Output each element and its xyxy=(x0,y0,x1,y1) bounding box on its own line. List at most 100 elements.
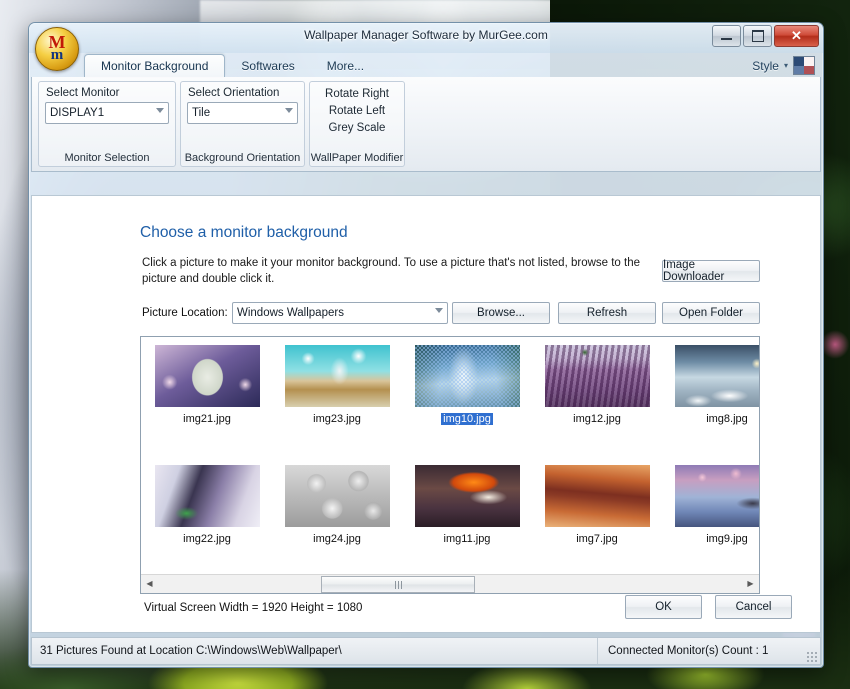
thumbnail-item[interactable]: img10.jpg xyxy=(407,345,527,427)
tab-more[interactable]: More... xyxy=(311,55,380,77)
thumbnail-image[interactable] xyxy=(285,465,390,527)
maximize-button[interactable] xyxy=(743,25,772,47)
thumbnail-caption: img10.jpg xyxy=(441,413,493,425)
ribbon-group-background-orientation: Select Orientation Tile Background Orien… xyxy=(180,81,305,167)
status-pictures-found: 31 Pictures Found at Location C:\Windows… xyxy=(32,638,598,664)
thumbnail-caption: img7.jpg xyxy=(574,533,620,545)
window-controls: ✕ xyxy=(712,25,819,47)
close-button[interactable]: ✕ xyxy=(774,25,819,47)
thumbnail-item[interactable]: img11.jpg xyxy=(407,465,527,547)
style-swatch-icon xyxy=(793,56,815,75)
swatch-cell-3 xyxy=(804,66,814,75)
thumbnail-image[interactable] xyxy=(675,465,761,527)
open-folder-button[interactable]: Open Folder xyxy=(662,302,760,324)
image-downloader-button[interactable]: Image Downloader xyxy=(662,260,760,282)
tab-softwares[interactable]: Softwares xyxy=(225,55,310,77)
window-title: Wallpaper Manager Software by MurGee.com xyxy=(29,28,823,42)
maximize-icon xyxy=(752,30,764,42)
tab-strip: Monitor Background Softwares More... Sty… xyxy=(29,53,823,77)
rotate-right-button[interactable]: Rotate Right xyxy=(316,86,398,102)
cancel-button[interactable]: Cancel xyxy=(715,595,792,619)
thumbnail-grid: img21.jpg img23.jpg img10.jpg img12.jpg img8… xyxy=(141,337,759,553)
scrollbar-thumb[interactable] xyxy=(321,576,475,593)
thumbnail-item[interactable]: img22.jpg xyxy=(147,465,267,547)
chevron-down-icon xyxy=(156,108,164,113)
grey-scale-button[interactable]: Grey Scale xyxy=(316,120,398,136)
main-content-panel: Choose a monitor background Click a pict… xyxy=(31,195,821,633)
thumbnail-image[interactable] xyxy=(285,345,390,407)
picture-location-label: Picture Location: xyxy=(142,307,228,319)
picture-location-combo[interactable]: Windows Wallpapers xyxy=(232,302,448,324)
swatch-cell-0 xyxy=(794,57,804,66)
resize-grip-icon[interactable] xyxy=(807,652,817,662)
browse-button[interactable]: Browse... xyxy=(452,302,550,324)
scroll-left-arrow-icon[interactable]: ◀ xyxy=(141,575,158,592)
title-bar[interactable]: Wallpaper Manager Software by MurGee.com… xyxy=(29,23,823,53)
refresh-button[interactable]: Refresh xyxy=(558,302,656,324)
thumbnail-preview-icon xyxy=(155,345,260,407)
thumbnail-preview-icon xyxy=(675,345,761,407)
chevron-down-icon: ▾ xyxy=(784,61,788,70)
scroll-right-arrow-icon[interactable]: ▶ xyxy=(742,575,759,592)
monitor-select-combo[interactable]: DISPLAY1 xyxy=(45,102,169,124)
ribbon-group-monitor-selection: Select Monitor DISPLAY1 Monitor Selectio… xyxy=(38,81,176,167)
tab-monitor-background[interactable]: Monitor Background xyxy=(84,54,225,77)
thumbnail-preview-icon xyxy=(545,345,650,407)
thumbnail-caption: img21.jpg xyxy=(181,413,233,425)
app-logo-icon: M m xyxy=(35,27,79,71)
picture-location-value: Windows Wallpapers xyxy=(237,307,344,319)
rotate-left-button[interactable]: Rotate Left xyxy=(316,103,398,119)
thumbnail-caption: img12.jpg xyxy=(571,413,623,425)
thumbnail-caption: img23.jpg xyxy=(311,413,363,425)
thumbnail-list-panel[interactable]: img21.jpg img23.jpg img10.jpg img12.jpg img8… xyxy=(140,336,760,594)
thumbnail-image[interactable] xyxy=(545,465,650,527)
thumbnail-image[interactable] xyxy=(415,465,520,527)
thumbnail-preview-icon xyxy=(545,465,650,527)
thumbnail-item[interactable]: img24.jpg xyxy=(277,465,397,547)
style-selector[interactable]: Style ▾ xyxy=(752,56,815,75)
thumbnail-caption: img9.jpg xyxy=(704,533,750,545)
chevron-down-icon xyxy=(435,308,443,313)
ok-button[interactable]: OK xyxy=(625,595,702,619)
chevron-down-icon xyxy=(285,108,293,113)
minimize-button[interactable] xyxy=(712,25,741,47)
virtual-screen-info: Virtual Screen Width = 1920 Height = 108… xyxy=(144,602,362,614)
thumbnail-caption: img8.jpg xyxy=(704,413,750,425)
thumbnail-image[interactable] xyxy=(675,345,761,407)
thumbnail-preview-icon xyxy=(415,465,520,527)
thumbnail-caption: img11.jpg xyxy=(442,533,493,545)
thumbnail-image[interactable] xyxy=(155,345,260,407)
thumbnail-preview-icon xyxy=(155,465,260,527)
status-monitor-count: Connected Monitor(s) Count : 1 xyxy=(598,638,820,664)
horizontal-scrollbar[interactable]: ◀ ▶ xyxy=(141,574,759,593)
thumbnail-item[interactable]: img21.jpg xyxy=(147,345,267,427)
ribbon-group-title-modifier: WallPaper Modifier xyxy=(310,152,404,164)
thumbnail-item[interactable]: img23.jpg xyxy=(277,345,397,427)
orientation-select-value: Tile xyxy=(192,107,210,119)
thumbnail-selection-overlay xyxy=(415,345,520,407)
instructions-text: Click a picture to make it your monitor … xyxy=(142,255,652,287)
style-label: Style xyxy=(752,59,779,73)
thumbnail-image[interactable] xyxy=(155,465,260,527)
thumbnail-image[interactable] xyxy=(545,345,650,407)
page-title: Choose a monitor background xyxy=(140,224,348,242)
logo-letter-m-lower: m xyxy=(36,48,78,63)
application-window: M m Wallpaper Manager Software by MurGee… xyxy=(28,22,824,668)
swatch-cell-1 xyxy=(804,57,814,66)
thumbnail-preview-icon xyxy=(285,345,390,407)
scrollbar-grip-icon xyxy=(395,581,402,589)
thumbnail-item[interactable]: img9.jpg xyxy=(667,465,760,547)
orientation-select-combo[interactable]: Tile xyxy=(187,102,298,124)
swatch-cell-2 xyxy=(794,66,804,75)
ribbon-toolbar: Select Monitor DISPLAY1 Monitor Selectio… xyxy=(31,77,821,172)
ribbon-group-wallpaper-modifier: Rotate Right Rotate Left Grey Scale Wall… xyxy=(309,81,405,167)
thumbnail-image[interactable] xyxy=(415,345,520,407)
thumbnail-item[interactable]: img8.jpg xyxy=(667,345,760,427)
status-bar: 31 Pictures Found at Location C:\Windows… xyxy=(31,637,821,665)
select-monitor-label: Select Monitor xyxy=(46,87,169,99)
select-orientation-label: Select Orientation xyxy=(188,87,298,99)
thumbnail-item[interactable]: img7.jpg xyxy=(537,465,657,547)
thumbnail-item[interactable]: img12.jpg xyxy=(537,345,657,427)
thumbnail-preview-icon xyxy=(285,465,390,527)
thumbnail-preview-icon xyxy=(675,465,761,527)
